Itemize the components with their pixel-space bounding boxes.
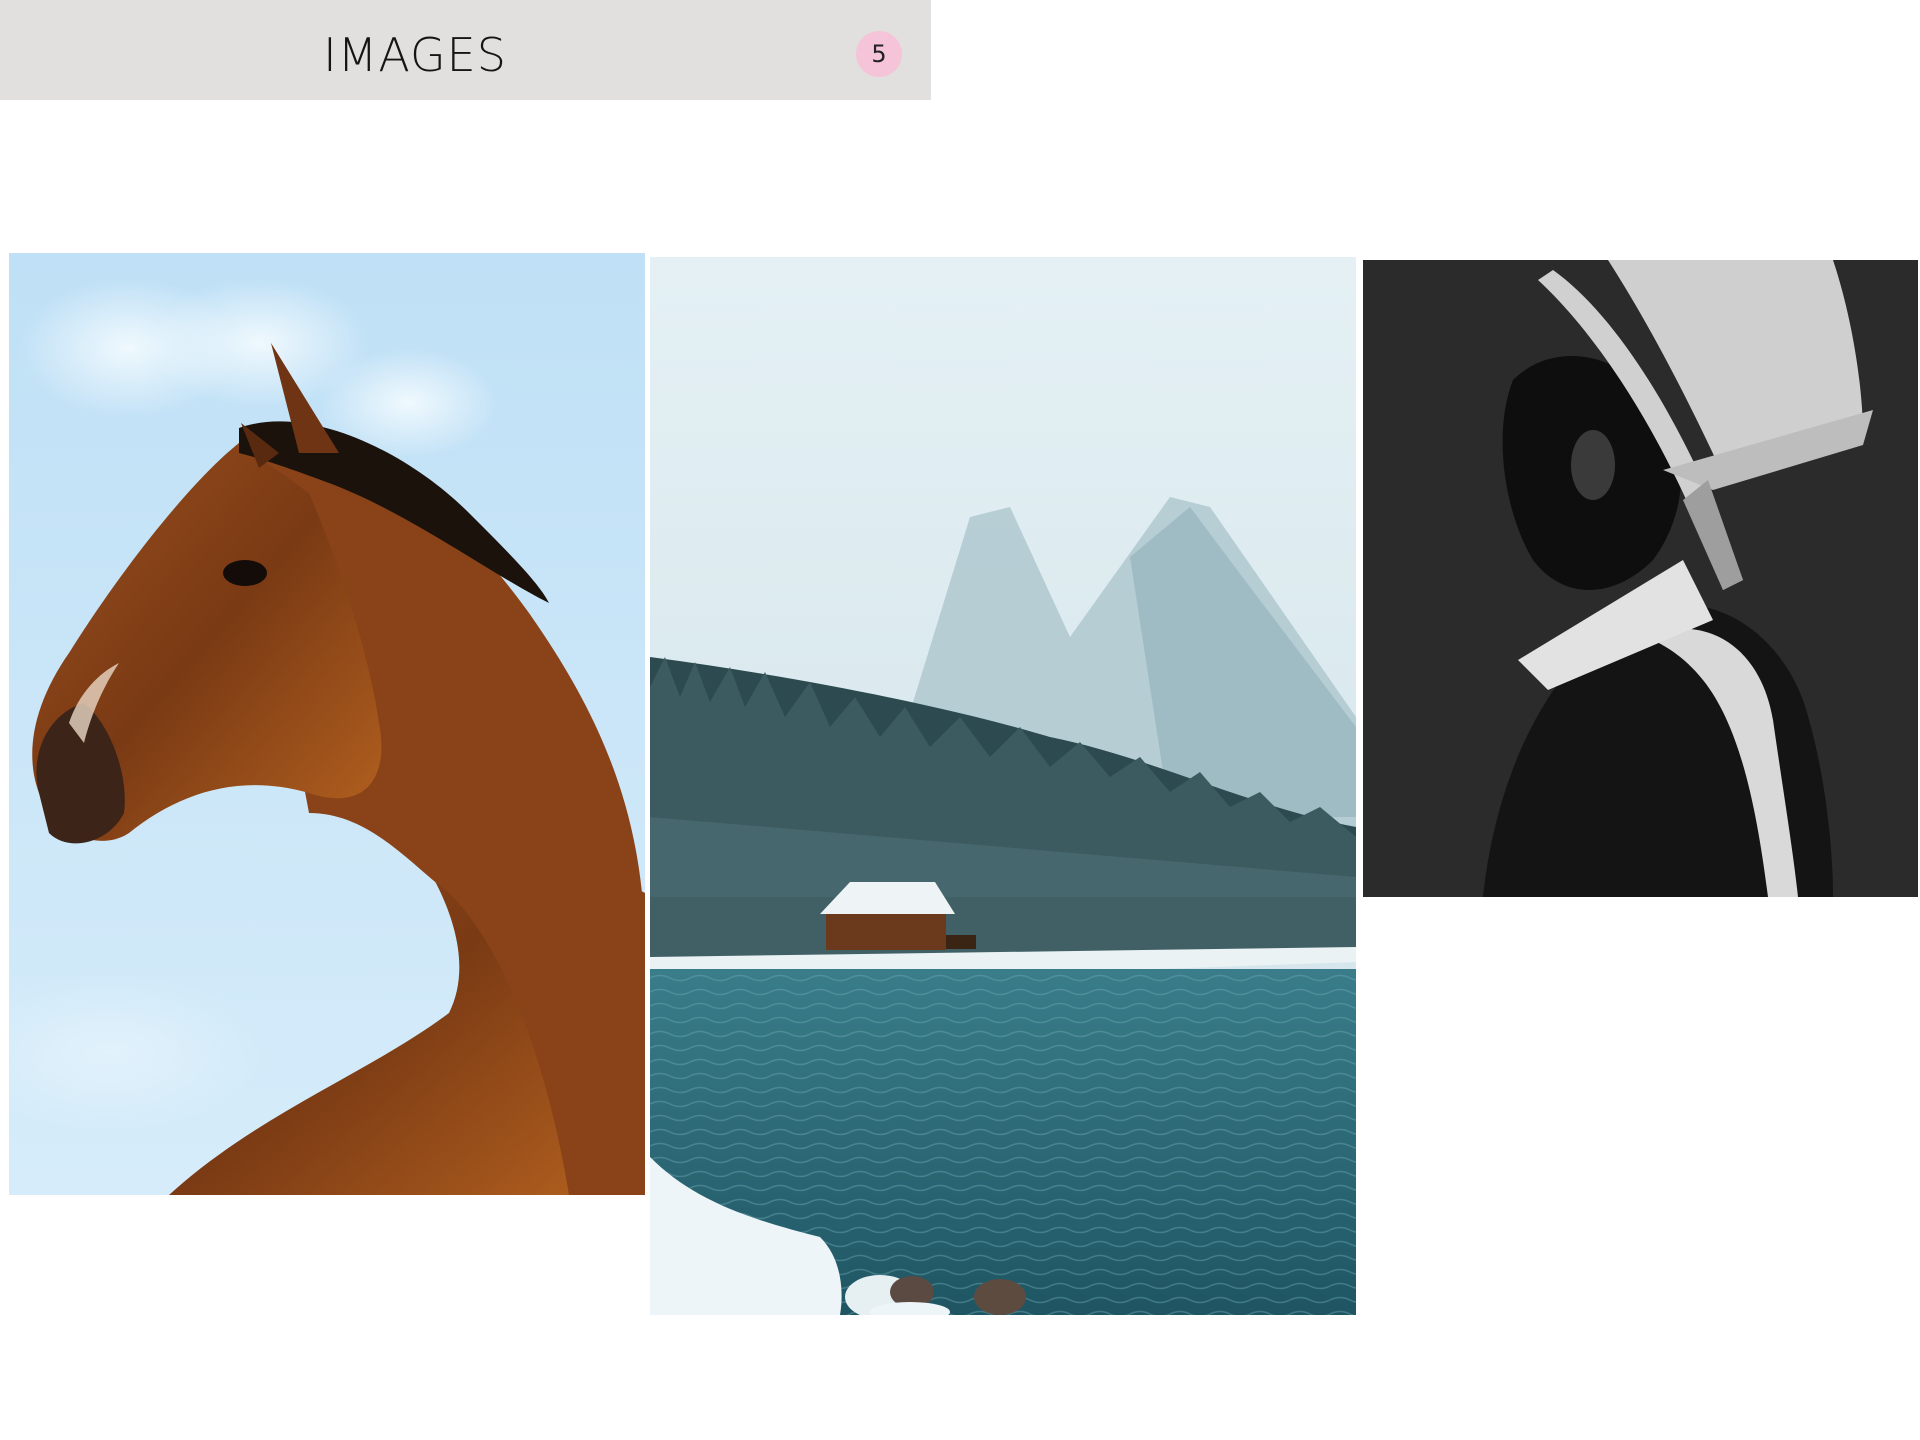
top-hat-photo: [1363, 260, 1918, 897]
horse-photo: [9, 253, 645, 1195]
page-number-badge: 5: [856, 31, 902, 77]
horse-image: [9, 253, 645, 1195]
lake-image: [650, 257, 1356, 1315]
page-title: IMAGES: [323, 28, 507, 82]
top-hat-image: [1363, 260, 1918, 897]
lake-photo: [650, 257, 1356, 1315]
page-header: IMAGES 5: [0, 0, 931, 100]
